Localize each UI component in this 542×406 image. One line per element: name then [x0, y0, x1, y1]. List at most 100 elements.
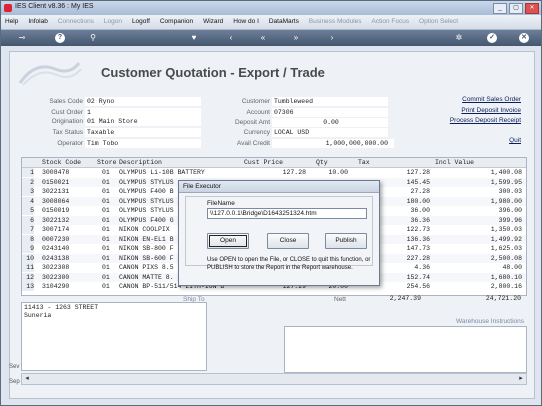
ship-to-address[interactable]: 11413 - 1263 STREET Suneria: [21, 302, 207, 371]
currency-field[interactable]: LOCAL USD: [272, 128, 388, 137]
app-icon: [4, 4, 12, 12]
cell-stock-code[interactable]: 0243138: [42, 254, 92, 263]
menu-logon[interactable]: Logon: [100, 15, 126, 29]
maximize-icon[interactable]: ▢: [509, 3, 523, 14]
forward-icon[interactable]: »: [291, 33, 301, 43]
key-icon[interactable]: ⊸: [13, 33, 31, 43]
cell-stock-code[interactable]: 0243140: [42, 244, 92, 253]
cell-incl-value[interactable]: 1,599.95: [462, 178, 522, 187]
cell-qty[interactable]: 10.00: [310, 168, 348, 177]
cell-stock-code[interactable]: 0007230: [42, 235, 92, 244]
col-cust-price[interactable]: Cust Price: [244, 158, 283, 167]
check-icon[interactable]: ✓: [487, 33, 497, 43]
cell-store[interactable]: 01: [102, 244, 116, 253]
commit-sales-order-link[interactable]: Commit Sales Order: [462, 96, 521, 103]
cell-store[interactable]: 01: [102, 178, 116, 187]
cell-incl-value[interactable]: 1,499.92: [462, 235, 522, 244]
cell-incl-value[interactable]: 1,980.00: [462, 197, 522, 206]
col-tax[interactable]: Tax: [358, 158, 370, 167]
menu-wizard[interactable]: Wizard: [199, 15, 227, 29]
warehouse-instructions-field[interactable]: [284, 326, 527, 373]
deposit-amt-field[interactable]: 0.00: [272, 118, 388, 127]
cell-store[interactable]: 01: [102, 187, 116, 196]
cell-stock-code[interactable]: 3104290: [42, 282, 92, 291]
cell-store[interactable]: 01: [102, 273, 116, 282]
col-qty[interactable]: Qty: [316, 158, 328, 167]
cell-stock-code[interactable]: 3008478: [42, 168, 92, 177]
scroll-left-icon[interactable]: ◂: [22, 374, 32, 384]
cell-stock-code[interactable]: 3008064: [42, 197, 92, 206]
back-icon[interactable]: ‹: [226, 33, 236, 43]
cell-incl-value[interactable]: 1,680.10: [462, 273, 522, 282]
menu-how-do-i[interactable]: How do I: [229, 15, 263, 29]
search-icon[interactable]: ⚲: [88, 33, 98, 43]
publish-button[interactable]: Publish: [325, 233, 367, 249]
cell-description[interactable]: OLYMPUS Li-10B BATTERY: [119, 168, 269, 177]
cell-store[interactable]: 01: [102, 263, 116, 272]
cell-incl-value[interactable]: 1,625.03: [462, 244, 522, 253]
end-icon[interactable]: ›: [327, 33, 337, 43]
filename-input[interactable]: \\127.0.0.1\Bridge\D1643251324.htm: [207, 208, 367, 219]
open-button[interactable]: Open: [207, 233, 249, 249]
col-description[interactable]: Description: [119, 158, 162, 167]
customer-field[interactable]: Tumbleweed: [272, 97, 388, 106]
cell-store[interactable]: 01: [102, 206, 116, 215]
cell-incl-value[interactable]: 1,400.08: [462, 168, 522, 177]
menu-connections[interactable]: Connections: [54, 15, 98, 29]
settings-icon[interactable]: ✲: [454, 33, 464, 43]
cell-incl-value[interactable]: 2,500.08: [462, 254, 522, 263]
sales-code-field[interactable]: 02 Ryno: [85, 97, 201, 106]
cell-incl-value[interactable]: 396.00: [462, 206, 522, 215]
cell-stock-code[interactable]: 0150019: [42, 206, 92, 215]
process-deposit-receipt-link[interactable]: Process Deposit Receipt: [450, 117, 521, 124]
close-button[interactable]: Close: [267, 233, 309, 249]
row-number: 12: [22, 272, 34, 282]
operator-field[interactable]: Tim Tobo: [85, 139, 201, 148]
cell-incl-value[interactable]: 300.03: [462, 187, 522, 196]
cell-incl-value[interactable]: 48.00: [462, 263, 522, 272]
cust-order-field[interactable]: 1: [85, 108, 201, 117]
horizontal-scrollbar[interactable]: ◂ ▸: [21, 373, 527, 385]
quit-link[interactable]: Quit: [509, 137, 521, 144]
minimize-icon[interactable]: _: [493, 3, 507, 14]
cell-stock-code[interactable]: 3022308: [42, 263, 92, 272]
close-icon[interactable]: ✕: [519, 33, 529, 43]
menu-option-select[interactable]: Option Select: [415, 15, 462, 29]
cell-cust-price[interactable]: 127.28: [262, 168, 306, 177]
cell-store[interactable]: 01: [102, 235, 116, 244]
cell-stock-code[interactable]: 3007174: [42, 225, 92, 234]
cell-incl-value[interactable]: 399.96: [462, 216, 522, 225]
col-incl-value[interactable]: Incl Value: [435, 158, 474, 167]
menu-datamarts[interactable]: DataMarts: [265, 15, 303, 29]
col-stock-code[interactable]: Stock Code: [42, 158, 81, 167]
cell-store[interactable]: 01: [102, 197, 116, 206]
heart-icon[interactable]: ♥: [189, 33, 199, 43]
cell-incl-value[interactable]: 1,350.03: [462, 225, 522, 234]
menu-companion[interactable]: Companion: [156, 15, 197, 29]
cell-stock-code[interactable]: 0150021: [42, 178, 92, 187]
scroll-right-icon[interactable]: ▸: [516, 374, 526, 384]
menu-help[interactable]: Help: [1, 15, 22, 29]
rewind-icon[interactable]: «: [258, 33, 268, 43]
cell-store[interactable]: 01: [102, 216, 116, 225]
cell-stock-code[interactable]: 3022131: [42, 187, 92, 196]
menu-logoff[interactable]: Logoff: [128, 15, 154, 29]
menu-business-modules[interactable]: Business Modules: [305, 15, 366, 29]
cell-tax[interactable]: 127.28: [368, 168, 430, 177]
close-window-icon[interactable]: ✕: [525, 3, 539, 14]
tax-status-field[interactable]: Taxable: [85, 128, 201, 137]
cell-store[interactable]: 01: [102, 225, 116, 234]
cell-stock-code[interactable]: 3022132: [42, 216, 92, 225]
account-field[interactable]: 07306: [272, 108, 388, 117]
cell-stock-code[interactable]: 3022300: [42, 273, 92, 282]
cell-incl-value[interactable]: 2,800.16: [462, 282, 522, 291]
cell-store[interactable]: 01: [102, 168, 116, 177]
menu-action-focus[interactable]: Action Focus: [368, 15, 414, 29]
menu-infolab[interactable]: Infolab: [24, 15, 52, 29]
cell-store[interactable]: 01: [102, 254, 116, 263]
col-store[interactable]: Store: [97, 158, 117, 167]
help-icon[interactable]: ?: [55, 33, 65, 43]
cell-store[interactable]: 01: [102, 282, 116, 291]
origination-field[interactable]: 01 Main Store: [85, 117, 201, 126]
print-deposit-invoice-link[interactable]: Print Deposit Invoice: [461, 107, 521, 114]
